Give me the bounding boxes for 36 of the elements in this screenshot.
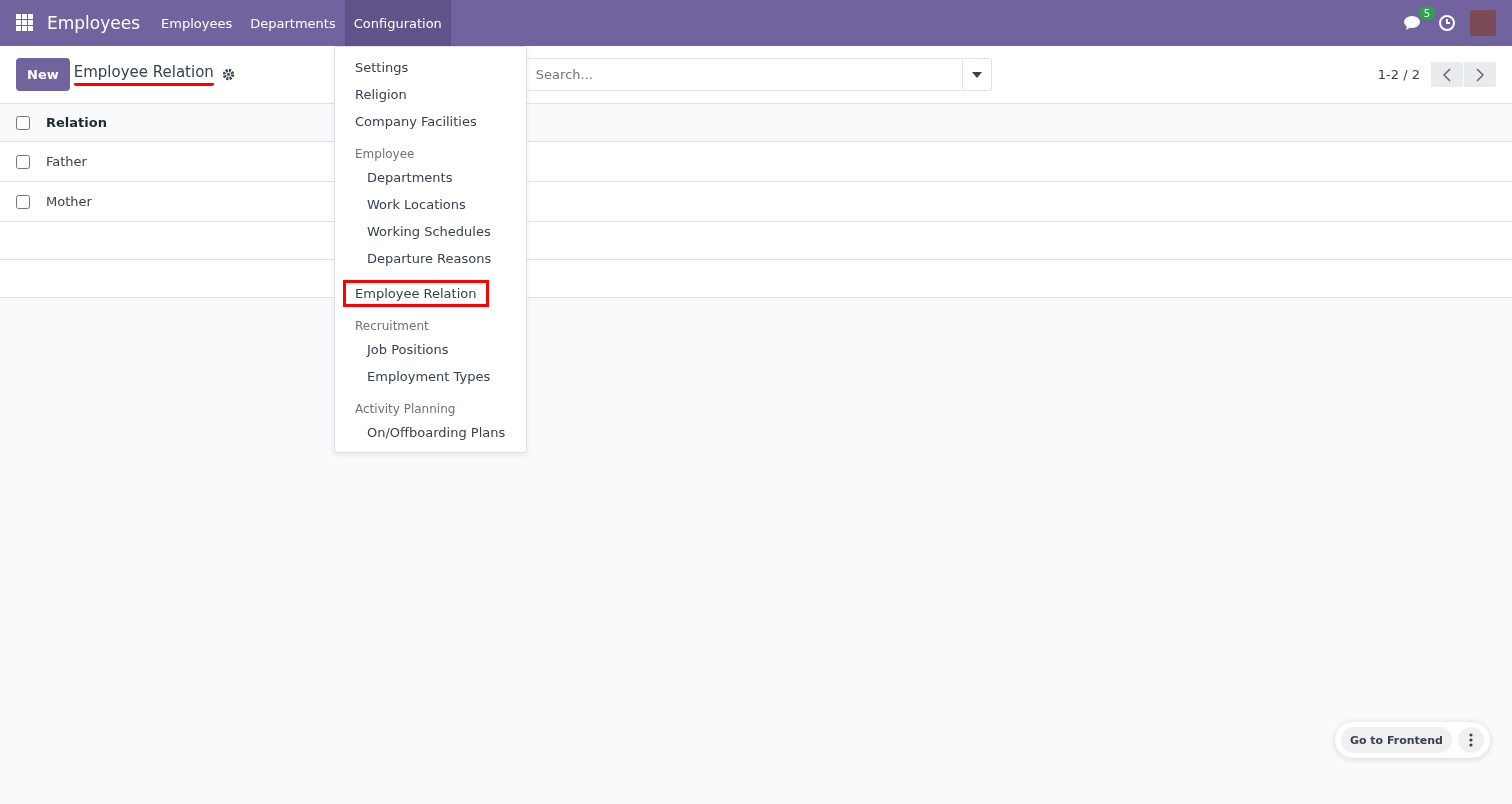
table-cell: Father <box>46 154 87 169</box>
menu-section-header: Activity Planning <box>354 401 457 418</box>
menu-section-header: Employee <box>354 146 416 163</box>
menu-item[interactable]: Employee Relation <box>343 280 489 307</box>
select-all-checkbox[interactable] <box>16 115 30 130</box>
nav-menu-item[interactable]: Employees <box>152 0 242 46</box>
page-title: Employee Relation <box>73 63 214 86</box>
nav-menu-item[interactable]: Configuration <box>344 0 451 46</box>
column-header[interactable]: Relation <box>46 115 107 130</box>
menu-item[interactable]: Working Schedules <box>335 218 526 245</box>
caret-down-icon <box>971 71 982 78</box>
app-name[interactable]: Employees <box>47 13 141 33</box>
clock-icon[interactable] <box>1438 14 1456 32</box>
menu-section-header: Recruitment <box>354 318 430 335</box>
menu-item[interactable]: Work Locations <box>335 191 526 218</box>
chevron-right-icon <box>1476 67 1484 82</box>
go-to-frontend-button[interactable]: Go to Frontend <box>1340 727 1452 753</box>
nav-menu-item[interactable]: Departments <box>241 0 345 46</box>
menu-item[interactable]: Departure Reasons <box>335 245 526 272</box>
menu-item[interactable]: Company Facilities <box>335 108 526 135</box>
row-checkbox[interactable] <box>16 194 30 209</box>
chevron-left-icon <box>1443 67 1451 82</box>
row-checkbox[interactable] <box>16 154 30 169</box>
menu-item[interactable]: Departments <box>335 164 526 191</box>
more-options-button[interactable] <box>1458 727 1484 753</box>
message-count-badge: 5 <box>1418 7 1435 20</box>
pager-value[interactable]: 1-2 / 2 <box>1377 67 1420 82</box>
new-button[interactable]: New <box>16 58 70 91</box>
menu-item[interactable]: Employment Types <box>335 363 526 390</box>
apps-grid-icon[interactable] <box>16 14 34 32</box>
menu-item[interactable]: On/Offboarding Plans <box>335 419 526 446</box>
vertical-dots-icon <box>1469 733 1473 747</box>
menu-item[interactable]: Job Positions <box>335 336 526 363</box>
table-cell: Mother <box>46 194 92 209</box>
search-options-toggle[interactable] <box>962 58 992 91</box>
gear-icon[interactable] <box>221 68 235 81</box>
